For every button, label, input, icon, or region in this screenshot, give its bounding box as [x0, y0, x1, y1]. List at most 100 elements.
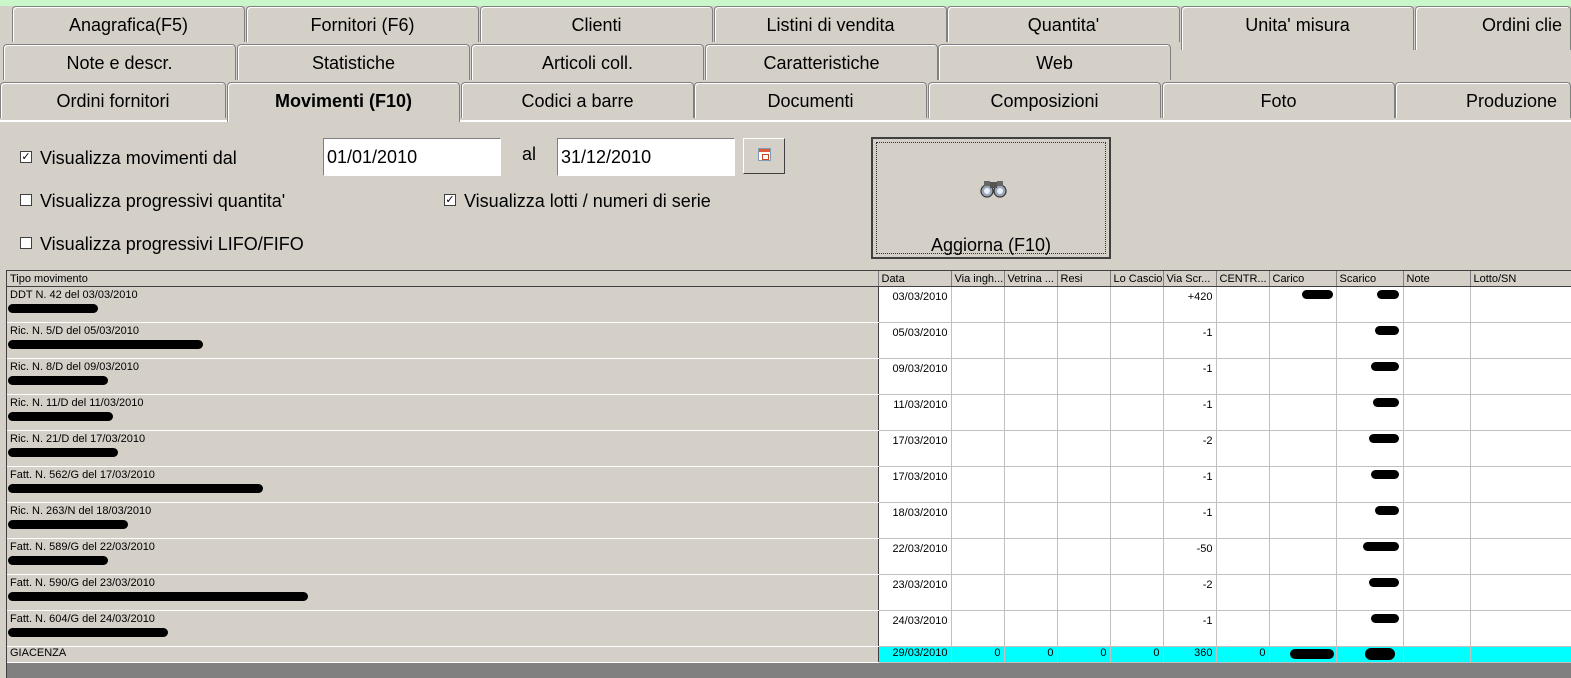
movements-grid[interactable]: Tipo movimento Data Via ingh... Vetrina … — [6, 270, 1571, 678]
date-from-input[interactable] — [323, 138, 501, 176]
tab-documenti[interactable]: Documenti — [694, 82, 927, 118]
al-label: al — [522, 144, 537, 164]
via-scr-cell: -2 — [1163, 430, 1217, 467]
note-cell — [1403, 466, 1471, 503]
col-header-vetrina[interactable]: Vetrina ... — [1004, 271, 1058, 287]
centr-cell — [1216, 610, 1270, 647]
col-header-via-ingh[interactable]: Via ingh... — [951, 271, 1005, 287]
vetrina-cell — [1004, 358, 1058, 395]
table-row[interactable]: Fatt. N. 589/G del 22/03/2010 22/03/2010 -… — [7, 538, 1571, 575]
col-header-lotto-sn[interactable]: Lotto/SN — [1470, 271, 1571, 287]
lotti-label: Visualizza lotti / numeri di serie — [464, 191, 711, 211]
col-header-scarico[interactable]: Scarico — [1336, 271, 1404, 287]
note-cell — [1403, 610, 1471, 647]
tab-ordini-fornitori[interactable]: Ordini fornitori — [0, 82, 226, 118]
tab-composizioni[interactable]: Composizioni — [928, 82, 1161, 118]
tab-movimenti[interactable]: Movimenti (F10) — [227, 82, 460, 122]
col-header-lo-cascio[interactable]: Lo Cascio — [1110, 271, 1164, 287]
table-row[interactable]: Ric. N. 21/D del 17/03/2010 17/03/2010 -2 — [7, 430, 1571, 467]
tab-ordini-clienti[interactable]: Ordini clie — [1415, 6, 1571, 50]
table-row[interactable]: Ric. N. 8/D del 09/03/2010 09/03/2010 -1 — [7, 358, 1571, 395]
lotti-checkbox[interactable]: ✓ — [444, 194, 456, 207]
binoculars-icon — [980, 181, 1007, 198]
tab-quantita[interactable]: Quantita' — [947, 6, 1180, 42]
table-row[interactable]: Ric. N. 5/D del 05/03/2010 05/03/2010 -1 — [7, 322, 1571, 359]
scarico-cell — [1336, 322, 1404, 359]
lo-cascio-cell — [1110, 358, 1164, 395]
data-cell: 17/03/2010 — [878, 430, 952, 467]
via-scr-cell: -1 — [1163, 394, 1217, 431]
table-row[interactable]: Fatt. N. 604/G del 24/03/2010 24/03/2010 -… — [7, 610, 1571, 647]
carico-cell — [1269, 286, 1337, 323]
centr-cell — [1216, 286, 1270, 323]
col-header-via-scr[interactable]: Via Scr... — [1163, 271, 1217, 287]
lo-cascio-cell — [1110, 502, 1164, 539]
total-note — [1403, 646, 1471, 663]
col-header-carico[interactable]: Carico — [1269, 271, 1337, 287]
tab-note-e-descr[interactable]: Note e descr. — [3, 44, 236, 80]
total-row[interactable]: GIACENZA 29/03/2010 0 0 0 0 360 0 — [7, 646, 1571, 663]
progressivi-qta-row[interactable]: Visualizza progressivi quantita' — [20, 191, 285, 212]
table-row[interactable]: Ric. N. 11/D del 11/03/2010 11/03/2010 -1 — [7, 394, 1571, 431]
data-cell: 03/03/2010 — [878, 286, 952, 323]
tab-anagrafica[interactable]: Anagrafica(F5) — [12, 6, 245, 42]
tab-unita-misura[interactable]: Unita' misura — [1181, 6, 1414, 50]
data-cell: 18/03/2010 — [878, 502, 952, 539]
vetrina-cell — [1004, 286, 1058, 323]
col-header-note[interactable]: Note — [1403, 271, 1471, 287]
tab-caratteristiche[interactable]: Caratteristiche — [705, 44, 938, 80]
lifo-fifo-checkbox[interactable] — [20, 237, 32, 250]
table-row[interactable]: Ric. N. 263/N del 18/03/2010 18/03/2010 -1 — [7, 502, 1571, 539]
vetrina-cell — [1004, 502, 1058, 539]
lotto-cell — [1470, 610, 1571, 647]
tab-listini-di-vendita[interactable]: Listini di vendita — [714, 6, 947, 42]
tab-statistiche[interactable]: Statistiche — [237, 44, 470, 80]
via-ingh-cell — [951, 610, 1005, 647]
total-centr: 0 — [1216, 646, 1270, 663]
lo-cascio-cell — [1110, 610, 1164, 647]
col-header-resi[interactable]: Resi — [1057, 271, 1111, 287]
lifo-fifo-row[interactable]: Visualizza progressivi LIFO/FIFO — [20, 234, 304, 255]
movimenti-checkbox-row[interactable]: ✓ Visualizza movimenti dal — [20, 148, 237, 169]
col-header-centr[interactable]: CENTR... — [1216, 271, 1270, 287]
via-ingh-cell — [951, 502, 1005, 539]
col-header-data[interactable]: Data — [878, 271, 952, 287]
vetrina-cell — [1004, 430, 1058, 467]
tipo-cell: Ric. N. 8/D del 09/03/2010 — [7, 358, 879, 395]
resi-cell — [1057, 502, 1111, 539]
tab-articoli-coll[interactable]: Articoli coll. — [471, 44, 704, 80]
carico-cell — [1269, 394, 1337, 431]
tab-produzione[interactable]: Produzione — [1395, 82, 1571, 118]
table-row[interactable]: Fatt. N. 562/G del 17/03/2010 17/03/2010 -… — [7, 466, 1571, 503]
tipo-cell: Ric. N. 11/D del 11/03/2010 — [7, 394, 879, 431]
tab-codici-a-barre[interactable]: Codici a barre — [461, 82, 694, 118]
date-to-input[interactable] — [557, 138, 735, 176]
redacted-description — [8, 556, 108, 565]
resi-cell — [1057, 610, 1111, 647]
scarico-cell — [1336, 358, 1404, 395]
resi-cell — [1057, 466, 1111, 503]
carico-cell — [1269, 574, 1337, 611]
refresh-button[interactable]: Aggiorna (F10) — [871, 137, 1111, 259]
movimenti-checkbox[interactable]: ✓ — [20, 151, 32, 164]
tab-web[interactable]: Web — [938, 44, 1171, 80]
lotto-cell — [1470, 502, 1571, 539]
lotto-cell — [1470, 466, 1571, 503]
centr-cell — [1216, 322, 1270, 359]
table-row[interactable]: Fatt. N. 590/G del 23/03/2010 23/03/2010 -… — [7, 574, 1571, 611]
data-cell: 22/03/2010 — [878, 538, 952, 575]
tab-fornitori[interactable]: Fornitori (F6) — [246, 6, 479, 42]
resi-cell — [1057, 358, 1111, 395]
table-row[interactable]: DDT N. 42 del 03/03/2010 03/03/2010 +420 — [7, 286, 1571, 323]
tipo-cell: DDT N. 42 del 03/03/2010 — [7, 286, 879, 323]
centr-cell — [1216, 466, 1270, 503]
calendar-button[interactable] — [743, 138, 785, 174]
lotti-row[interactable]: ✓ Visualizza lotti / numeri di serie — [444, 191, 711, 212]
lifo-fifo-label: Visualizza progressivi LIFO/FIFO — [40, 234, 304, 254]
tab-clienti[interactable]: Clienti — [480, 6, 713, 42]
progressivi-qta-checkbox[interactable] — [20, 194, 32, 207]
redacted-value — [1368, 578, 1399, 587]
lo-cascio-cell — [1110, 538, 1164, 575]
col-header-tipo-movimento[interactable]: Tipo movimento — [7, 271, 879, 287]
tab-foto[interactable]: Foto — [1162, 82, 1395, 118]
